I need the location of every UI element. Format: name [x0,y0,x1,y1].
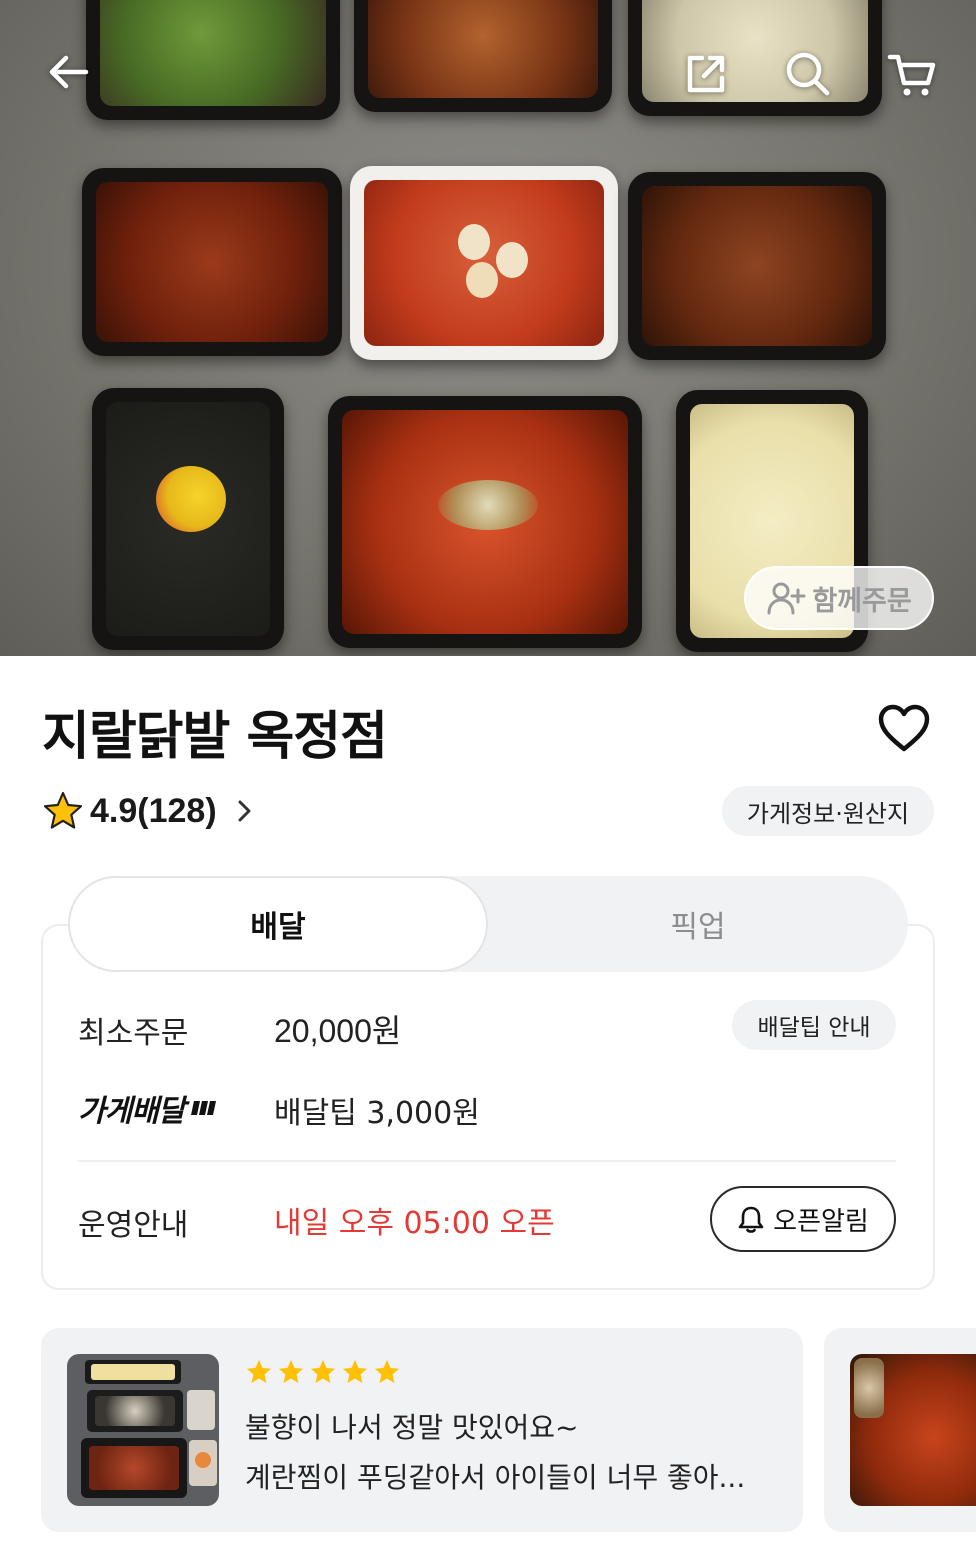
store-hero-image: 함께주문 [0,0,976,656]
cart-button[interactable] [880,42,944,106]
review-stars [245,1358,401,1386]
review-photo [850,1354,976,1506]
star-icon [279,1360,303,1383]
store-delivery-label: 가게배달 [78,1086,218,1130]
review-card[interactable]: 불향이 나서 정말 맛있어요~ 계란찜이 푸딩같아서 아이들이 너무 좋아... [41,1328,803,1532]
review-photo [67,1354,219,1506]
review-text-line1: 불향이 나서 정말 맛있어요~ [245,1411,579,1444]
review-text-line2: 계란찜이 푸딩같아서 아이들이 너무 좋아... [245,1461,746,1494]
together-order-label: 함께주문 [812,585,912,616]
star-icon [43,791,83,829]
cart-icon [887,54,936,96]
food-tray-salad [86,0,340,120]
share-icon [687,55,725,93]
open-alarm-button[interactable]: 오픈알림 [710,1186,896,1252]
star-icon [343,1360,367,1383]
food-tray-bean-sprouts [628,0,882,116]
star-icon [247,1360,271,1383]
store-delivery-text: 가게배달 [78,1094,185,1129]
rating-value: 4.9(128) [90,791,217,830]
food-tray-braised-feet [350,166,618,360]
order-type-tabs: 픽업 배달 [68,876,908,972]
share-button[interactable] [674,42,738,106]
store-info-button[interactable]: 가게정보·원산지 [722,786,934,836]
min-order-label: 최소주문 [78,1016,189,1051]
star-icon [311,1360,335,1383]
hours-label: 운영안내 [78,1208,189,1243]
back-button[interactable] [36,40,100,104]
tab-delivery[interactable]: 배달 [68,876,488,972]
food-tray-gizzards [328,396,642,648]
food-tray-rice-balls [92,388,284,650]
star-icon [375,1360,399,1383]
food-tray-boneless-feet [628,172,886,360]
arrow-left-icon [49,55,89,89]
tab-pickup[interactable]: 픽업 [488,876,908,972]
add-person-icon [767,582,806,615]
delivery-speed-icon [191,1101,217,1115]
delivery-tip-info-button[interactable]: 배달팁 안내 [732,1000,896,1050]
bell-icon [738,1206,764,1233]
together-order-button[interactable]: 함께주문 [744,566,934,630]
store-name: 지랄닭발 옥정점 [42,707,388,767]
food-tray-spicy-feet [82,168,342,356]
search-icon [786,52,830,96]
chevron-right-icon [238,800,251,822]
open-time-text: 내일 오후 05:00 오픈 [274,1206,555,1241]
delivery-tip-value: 배달팁 3,000원 [274,1096,480,1131]
food-tray-stir-fry [354,0,612,112]
review-card-next[interactable] [824,1328,976,1532]
divider [78,1160,896,1162]
open-alarm-label: 오픈알림 [773,1206,869,1237]
favorite-button[interactable] [874,700,934,756]
rating-link[interactable]: 4.9(128) [42,788,257,834]
heart-icon [878,704,930,752]
search-button[interactable] [776,42,840,106]
min-order-value: 20,000원 [274,1013,402,1049]
